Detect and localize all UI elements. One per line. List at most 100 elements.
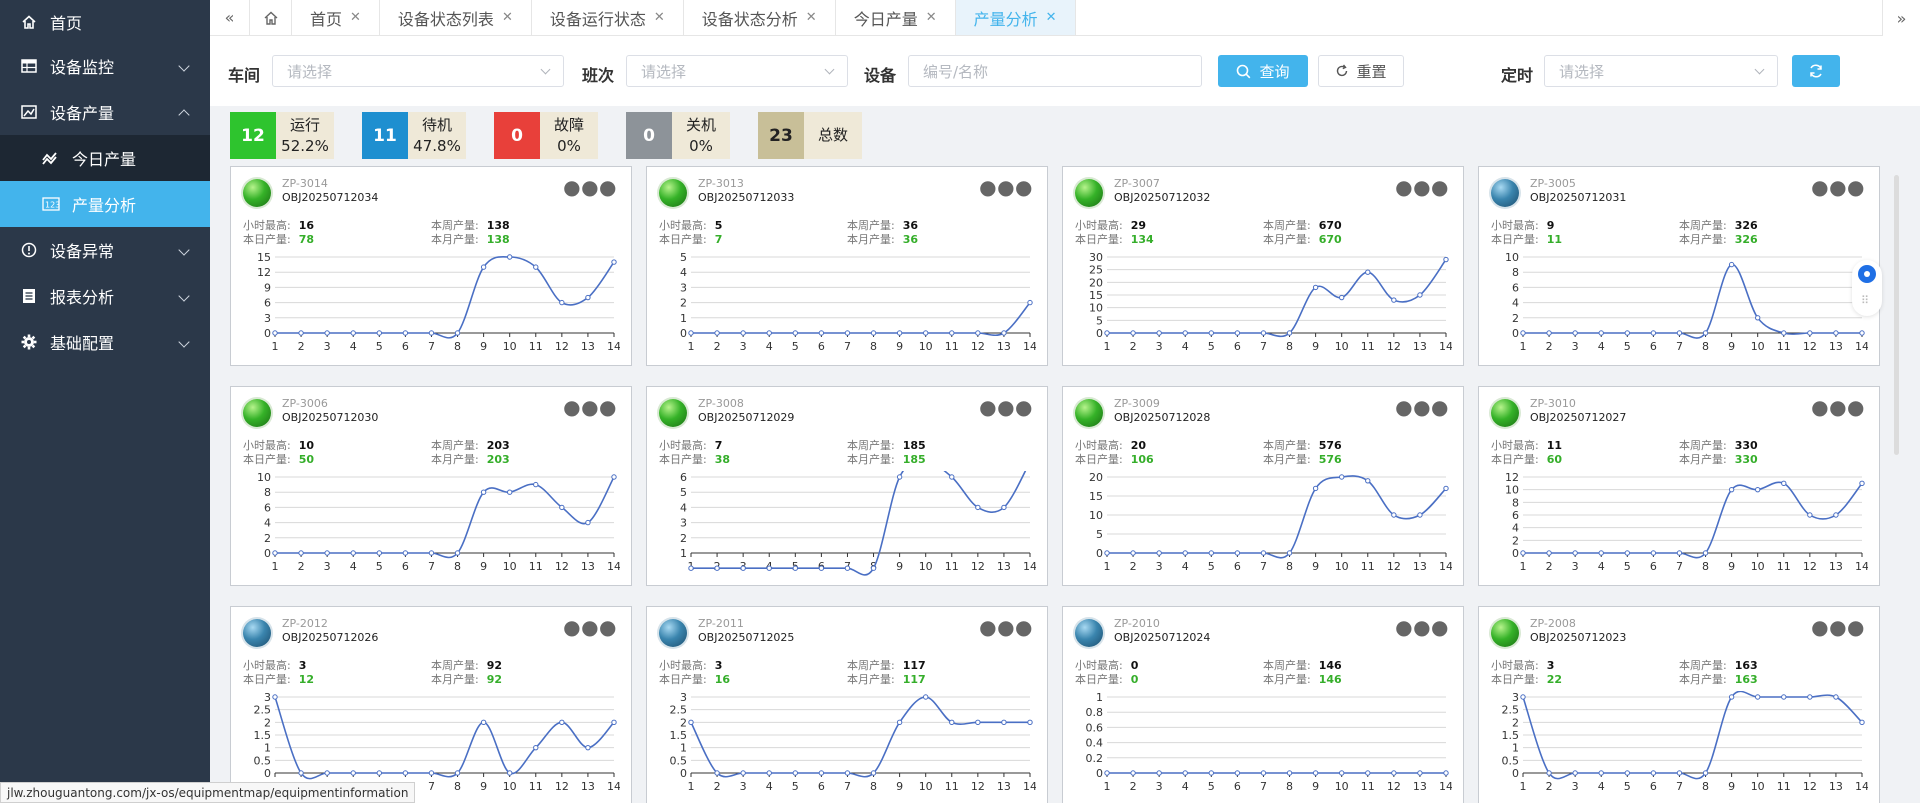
device-search-input[interactable]: 编号/名称 bbox=[908, 55, 1202, 87]
tab-device-status-analysis[interactable]: 设备状态分析 ✕ bbox=[684, 0, 836, 35]
more-options-icon[interactable]: ●●● bbox=[1811, 177, 1865, 197]
y-tick-label: 2 bbox=[1512, 716, 1519, 729]
today-output-row: 本日产量: 78 bbox=[243, 231, 314, 247]
tab-output-analysis[interactable]: 产量分析 ✕ bbox=[955, 0, 1076, 35]
tabs-scroll-left-button[interactable]: « bbox=[210, 0, 250, 35]
tab-today-output[interactable]: 今日产量 ✕ bbox=[836, 0, 956, 35]
today-output-label: 本日产量: bbox=[1075, 453, 1123, 466]
data-point bbox=[1807, 512, 1813, 518]
device-card[interactable]: ZP-3009 OBJ20250712028 ●●● 小时最高: 20 本日产量: 106 本… bbox=[1062, 386, 1464, 586]
device-card[interactable]: ZP-2010 OBJ20250712024 ●●● 小时最高: 0 本日产量: 0 本周产量… bbox=[1062, 606, 1464, 803]
x-tick-label: 13 bbox=[1413, 340, 1427, 353]
x-tick-label: 11 bbox=[945, 340, 959, 353]
device-card[interactable]: ZP-3007 OBJ20250712032 ●●● 小时最高: 29 本日产量: 134 本… bbox=[1062, 166, 1464, 366]
close-icon[interactable]: ✕ bbox=[806, 10, 817, 25]
more-options-icon[interactable]: ●●● bbox=[1395, 617, 1449, 637]
device-card[interactable]: ZP-3008 OBJ20250712029 ●●● 小时最高: 7 本日产量: 38 本周产… bbox=[646, 386, 1048, 586]
month-output-value: 330 bbox=[1734, 453, 1758, 466]
month-output-label: 本月产量: bbox=[431, 233, 479, 246]
timer-select[interactable]: 请选择 bbox=[1544, 55, 1778, 87]
sidebar-subitem-label: 今日产量 bbox=[72, 150, 137, 169]
close-icon[interactable]: ✕ bbox=[1046, 10, 1057, 25]
tab-device-status-list[interactable]: 设备状态列表 ✕ bbox=[380, 0, 532, 35]
refresh-button[interactable] bbox=[1792, 55, 1840, 87]
query-button[interactable]: 查询 bbox=[1218, 55, 1308, 87]
status-count: 0 bbox=[626, 112, 672, 159]
more-options-icon[interactable]: ●●● bbox=[563, 397, 617, 417]
more-options-icon[interactable]: ●●● bbox=[563, 617, 617, 637]
status-label: 总数 bbox=[817, 126, 848, 144]
x-tick-label: 11 bbox=[1361, 780, 1375, 793]
data-point bbox=[1234, 330, 1241, 336]
today-output-value: 134 bbox=[1130, 233, 1154, 246]
data-point bbox=[1312, 770, 1319, 776]
x-tick-label: 9 bbox=[1728, 560, 1735, 573]
close-icon[interactable]: ✕ bbox=[654, 10, 665, 25]
sidebar-item-label: 设备产量 bbox=[50, 104, 115, 123]
month-output-label: 本月产量: bbox=[1263, 233, 1311, 246]
device-card[interactable]: ZP-2011 OBJ20250712025 ●●● 小时最高: 3 本日产量: 16 本周产… bbox=[646, 606, 1048, 803]
device-card[interactable]: ZP-3006 OBJ20250712030 ●●● 小时最高: 10 本日产量: 50 本周… bbox=[230, 386, 632, 586]
sidebar-item-device-monitor[interactable]: 设备监控 bbox=[0, 43, 210, 89]
data-point bbox=[792, 770, 799, 776]
tab-home[interactable]: 首页 ✕ bbox=[292, 0, 380, 35]
sidebar-item-base-config[interactable]: 基础配置 bbox=[0, 319, 210, 365]
tabs-scroll-right-button[interactable]: » bbox=[1882, 0, 1920, 36]
y-tick-label: 10 bbox=[1089, 302, 1103, 315]
sidebar-subitem-output-analysis[interactable]: 123 产量分析 bbox=[0, 181, 210, 227]
data-point bbox=[975, 719, 981, 726]
more-options-icon[interactable]: ●●● bbox=[1811, 397, 1865, 417]
more-options-icon[interactable]: ●●● bbox=[1395, 397, 1449, 417]
sidebar-item-device-output[interactable]: 设备产量 bbox=[0, 89, 210, 135]
device-card[interactable]: ZP-3014 OBJ20250712034 ●●● 小时最高: 16 本日产量: 78 本周… bbox=[230, 166, 632, 366]
tab-bar: « 首页 ✕ 设备状态列表 ✕ 设备运行状态 ✕ 设备状态分析 ✕ 今日产量 ✕ 产量分析… bbox=[210, 0, 1920, 36]
close-icon[interactable]: ✕ bbox=[502, 10, 513, 25]
x-tick-label: 8 bbox=[870, 340, 877, 353]
more-options-icon[interactable]: ●●● bbox=[979, 397, 1033, 417]
x-tick-label: 11 bbox=[1777, 340, 1791, 353]
close-icon[interactable]: ✕ bbox=[350, 10, 361, 25]
data-point bbox=[506, 770, 513, 776]
tab-label: 产量分析 bbox=[973, 9, 1038, 29]
tab-home-icon-button[interactable] bbox=[250, 0, 292, 35]
reset-button[interactable]: 重置 bbox=[1318, 55, 1404, 87]
close-icon[interactable]: ✕ bbox=[926, 10, 937, 25]
floating-assistant-button[interactable]: ⠿ bbox=[1852, 260, 1882, 316]
more-options-icon[interactable]: ●●● bbox=[979, 617, 1033, 637]
more-options-icon[interactable]: ●●● bbox=[979, 177, 1033, 197]
device-card[interactable]: ZP-3005 OBJ20250712031 ●●● 小时最高: 9 本日产量: 11 本周产… bbox=[1478, 166, 1880, 366]
device-placeholder: 编号/名称 bbox=[923, 62, 989, 81]
sidebar-subitem-today-output[interactable]: 今日产量 bbox=[0, 135, 210, 181]
data-point bbox=[1833, 694, 1839, 700]
sidebar-item-device-exception[interactable]: 设备异常 bbox=[0, 227, 210, 273]
sidebar-item-home[interactable]: 首页 bbox=[0, 0, 210, 43]
device-card[interactable]: ZP-3010 OBJ20250712027 ●●● 小时最高: 11 本日产量: 60 本周… bbox=[1478, 386, 1880, 586]
workshop-select[interactable]: 请选择 bbox=[272, 55, 564, 87]
shift-select[interactable]: 请选择 bbox=[626, 55, 848, 87]
x-tick-label: 10 bbox=[503, 780, 517, 793]
y-tick-label: 3 bbox=[680, 691, 687, 704]
month-output-row: 本月产量: 330 bbox=[1679, 451, 1758, 467]
device-code: ZP-3010 bbox=[1530, 397, 1576, 410]
data-point bbox=[975, 504, 981, 511]
x-tick-label: 12 bbox=[1803, 560, 1817, 573]
more-options-icon[interactable]: ●●● bbox=[1811, 617, 1865, 637]
data-point bbox=[376, 550, 383, 556]
x-tick-label: 1 bbox=[688, 780, 695, 793]
tab-device-running-status[interactable]: 设备运行状态 ✕ bbox=[532, 0, 684, 35]
status-count: 23 bbox=[758, 112, 804, 159]
vertical-scrollbar[interactable] bbox=[1894, 175, 1899, 455]
hourly-output-chart: 02468101 2 3 4 5 6 7 8 9 10 11 12 13 14 bbox=[1505, 251, 1868, 353]
timer-label: 定时 bbox=[1501, 66, 1534, 85]
drag-handle-icon[interactable]: ⠿ bbox=[1861, 294, 1869, 307]
device-card[interactable]: ZP-3013 OBJ20250712033 ●●● 小时最高: 5 本日产量: 7 本周产量… bbox=[646, 166, 1048, 366]
sidebar-subitem-label: 产量分析 bbox=[72, 196, 137, 215]
more-options-icon[interactable]: ●●● bbox=[563, 177, 617, 197]
more-options-icon[interactable]: ●●● bbox=[1395, 177, 1449, 197]
device-card[interactable]: ZP-2012 OBJ20250712026 ●●● 小时最高: 3 本日产量: 12 本周产… bbox=[230, 606, 632, 803]
sidebar-item-report-analysis[interactable]: 报表分析 bbox=[0, 273, 210, 319]
device-card[interactable]: ZP-2008 OBJ20250712023 ●●● 小时最高: 3 本日产量: 22 本周产… bbox=[1478, 606, 1880, 803]
hourly-output-chart: 0246810121 2 3 4 5 6 7 8 9 10 11 12 13 14 bbox=[1505, 471, 1868, 573]
month-output-row: 本月产量: 203 bbox=[431, 451, 510, 467]
data-point bbox=[506, 489, 513, 495]
